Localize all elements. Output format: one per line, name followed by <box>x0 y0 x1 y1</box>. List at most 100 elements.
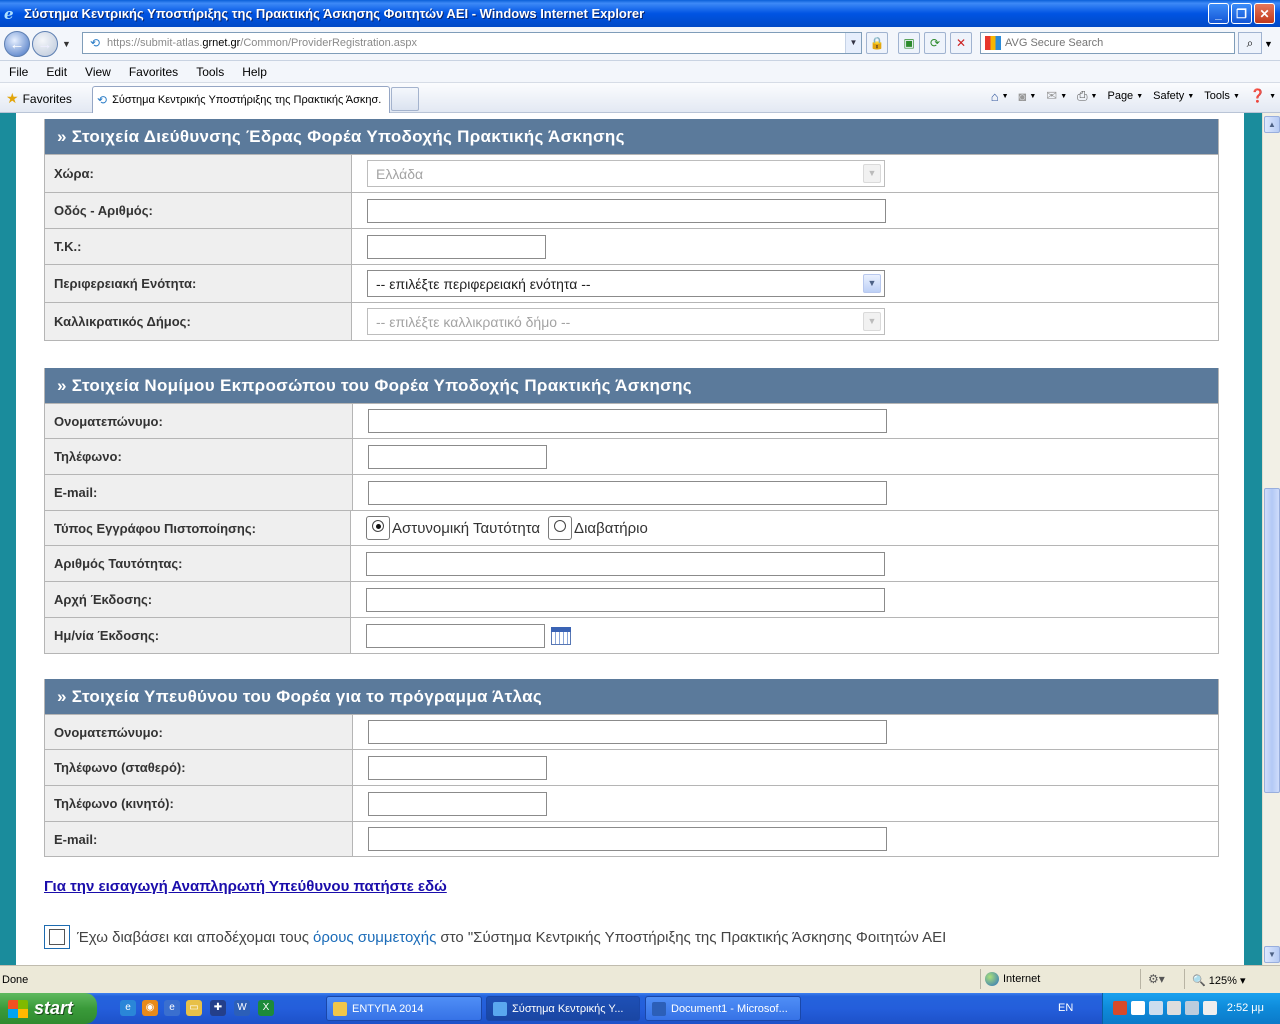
minimize-button[interactable]: _ <box>1208 3 1229 24</box>
menu-file[interactable]: File <box>0 65 37 79</box>
address-field[interactable]: ⟲ https://submit-atlas.grnet.gr/Common/P… <box>82 32 862 54</box>
help-menu[interactable]: ❓ ▼ <box>1250 88 1276 104</box>
legal-rep-section: » Στοιχεία Νομίμου Εκπροσώπου του Φορέα … <box>44 368 1219 654</box>
task-word[interactable]: Document1 - Microsof... <box>645 996 801 1021</box>
page-menu[interactable]: Page ▼ <box>1107 90 1143 102</box>
menu-favorites[interactable]: Favorites <box>120 65 187 79</box>
radio-passport-label[interactable]: Διαβατήριο <box>574 520 648 537</box>
resp-email-input[interactable] <box>368 827 887 851</box>
zoom-level[interactable]: 🔍 125% ▾ <box>1192 974 1245 987</box>
resp-phone-mobile-input[interactable] <box>368 791 547 816</box>
protected-mode-icon[interactable]: ⚙▾ <box>1148 972 1165 986</box>
language-indicator[interactable]: EN <box>1058 1002 1073 1014</box>
ie-quicklaunch-icon[interactable]: e <box>120 1000 136 1016</box>
address-section: » Στοιχεία Διεύθυνσης Έδρας Φορέα Υποδοχ… <box>44 119 1219 341</box>
scroll-thumb[interactable] <box>1264 488 1280 793</box>
favorites-button[interactable]: ★ Favorites <box>6 90 72 107</box>
recent-pages-dropdown[interactable]: ▼ <box>62 39 71 49</box>
help-icon: ❓ <box>1249 88 1267 103</box>
rep-phone-input[interactable] <box>368 444 547 469</box>
section-title: » Στοιχεία Διεύθυνσης Έδρας Φορέα Υποδοχ… <box>45 119 1218 154</box>
home-button[interactable]: ⌂ ▼ <box>991 89 1009 104</box>
globe-icon <box>985 972 999 986</box>
maximize-button[interactable]: ❐ <box>1231 3 1252 24</box>
menu-help[interactable]: Help <box>233 65 276 79</box>
page-right-border <box>1244 113 1262 965</box>
avg-logo-icon <box>985 36 1001 50</box>
terms-row: Έχω διαβάσει και αποδέχομαι τους όρους σ… <box>44 925 946 949</box>
region-select[interactable]: -- επιλέξτε περιφερειακή ενότητα -- ▼ <box>367 270 885 297</box>
zip-input[interactable] <box>367 234 546 259</box>
network-icon[interactable] <box>1149 1001 1163 1015</box>
refresh-icon[interactable]: ⟳ <box>924 32 946 54</box>
menu-edit[interactable]: Edit <box>37 65 76 79</box>
chevron-down-icon[interactable]: ▼ <box>863 274 881 293</box>
lock-icon[interactable]: 🔒 <box>866 32 888 54</box>
authority-input[interactable] <box>366 587 885 612</box>
feeds-button[interactable]: ◙ ▼ <box>1019 89 1037 104</box>
mail-button[interactable]: ✉ ▼ <box>1046 88 1067 104</box>
radio-id-card[interactable] <box>366 516 390 540</box>
rep-name-input[interactable] <box>368 409 887 433</box>
task-browser[interactable]: Σύστημα Κεντρικής Υ... <box>486 996 640 1021</box>
radio-passport[interactable] <box>548 516 573 540</box>
terms-link[interactable]: όρους συμμετοχής <box>313 929 436 946</box>
resp-phone-fixed-input[interactable] <box>368 755 547 780</box>
folder-quicklaunch-icon[interactable]: ▭ <box>186 1000 202 1016</box>
browser-tab[interactable]: ⟲ Σύστημα Κεντρικής Υποστήριξης της Πρακ… <box>92 86 390 113</box>
idnum-input[interactable] <box>366 551 885 576</box>
stop-icon[interactable]: ✕ <box>950 32 972 54</box>
municipality-select: -- επιλέξτε καλλικρατικό δήμο -- ▼ <box>367 308 885 335</box>
camera-icon[interactable] <box>1167 1001 1181 1015</box>
status-bar: Done Internet ⚙▾ 🔍 125% ▾ <box>0 965 1280 993</box>
windows-logo-icon <box>8 999 28 1018</box>
menu-tools[interactable]: Tools <box>187 65 233 79</box>
flag-quicklaunch-icon[interactable]: ✚ <box>210 1000 226 1016</box>
start-button[interactable]: start <box>0 993 97 1024</box>
security-zone[interactable]: Internet <box>985 972 1040 986</box>
street-input[interactable] <box>367 198 886 223</box>
excel-quicklaunch-icon[interactable]: X <box>258 1000 274 1016</box>
forward-button[interactable]: → <box>32 31 58 57</box>
close-button[interactable]: ✕ <box>1254 3 1275 24</box>
resp-name-input[interactable] <box>368 720 887 744</box>
terms-checkbox[interactable] <box>44 925 70 949</box>
terms-prefix: Έχω διαβάσει και αποδέχομαι τους <box>77 928 310 946</box>
tools-menu[interactable]: Tools ▼ <box>1204 90 1240 102</box>
clock[interactable]: 2:52 μμ <box>1227 1002 1264 1014</box>
firefox-quicklaunch-icon[interactable]: ◉ <box>142 1000 158 1016</box>
ie-alt-quicklaunch-icon[interactable]: e <box>164 1000 180 1016</box>
resp-email-label: E-mail: <box>45 822 353 856</box>
mail-icon: ✉ <box>1046 88 1058 103</box>
scroll-up-icon[interactable]: ▲ <box>1264 116 1280 133</box>
search-box[interactable] <box>980 32 1235 54</box>
issue-date-input[interactable] <box>366 623 545 648</box>
device-icon[interactable] <box>1203 1001 1217 1015</box>
ie-icon: e <box>4 4 14 23</box>
menu-view[interactable]: View <box>76 65 120 79</box>
volume-icon[interactable] <box>1131 1001 1145 1015</box>
word-quicklaunch-icon[interactable]: W <box>234 1000 250 1016</box>
window-title-bar[interactable]: e Σύστημα Κεντρικής Υποστήριξης της Πρακ… <box>0 0 1280 27</box>
rep-email-input[interactable] <box>368 480 887 505</box>
vertical-scrollbar[interactable]: ▲ ▼ <box>1262 113 1280 965</box>
search-input[interactable] <box>1005 37 1225 49</box>
radio-id-card-label[interactable]: Αστυνομική Ταυτότητα <box>392 520 540 537</box>
authority-label: Αρχή Έκδοσης: <box>45 582 351 617</box>
search-icon[interactable]: ⌕ <box>1238 32 1262 54</box>
task-folder[interactable]: ΕΝΤΥΠΑ 2014 <box>326 996 482 1021</box>
scroll-down-icon[interactable]: ▼ <box>1264 946 1280 963</box>
back-button[interactable]: ← <box>4 31 30 57</box>
compatibility-icon[interactable]: ▣ <box>898 32 920 54</box>
calendar-icon[interactable] <box>551 626 571 645</box>
region-label: Περιφερειακή Ενότητα: <box>45 265 352 302</box>
avg-tray-icon[interactable] <box>1113 1001 1127 1015</box>
resp-phone-mobile-label: Τηλέφωνο (κινητό): <box>45 786 353 821</box>
safety-menu[interactable]: Safety ▼ <box>1153 90 1194 102</box>
new-tab-button[interactable] <box>391 87 419 111</box>
print-button[interactable]: ⎙ ▼ <box>1077 88 1097 104</box>
address-dropdown[interactable]: ▼ <box>845 33 861 53</box>
add-alternate-link[interactable]: Για την εισαγωγή Αναπληρωτή Υπεύθυνου πα… <box>44 878 447 895</box>
search-options-dropdown[interactable]: ▼ <box>1264 39 1273 49</box>
update-icon[interactable] <box>1185 1001 1199 1015</box>
